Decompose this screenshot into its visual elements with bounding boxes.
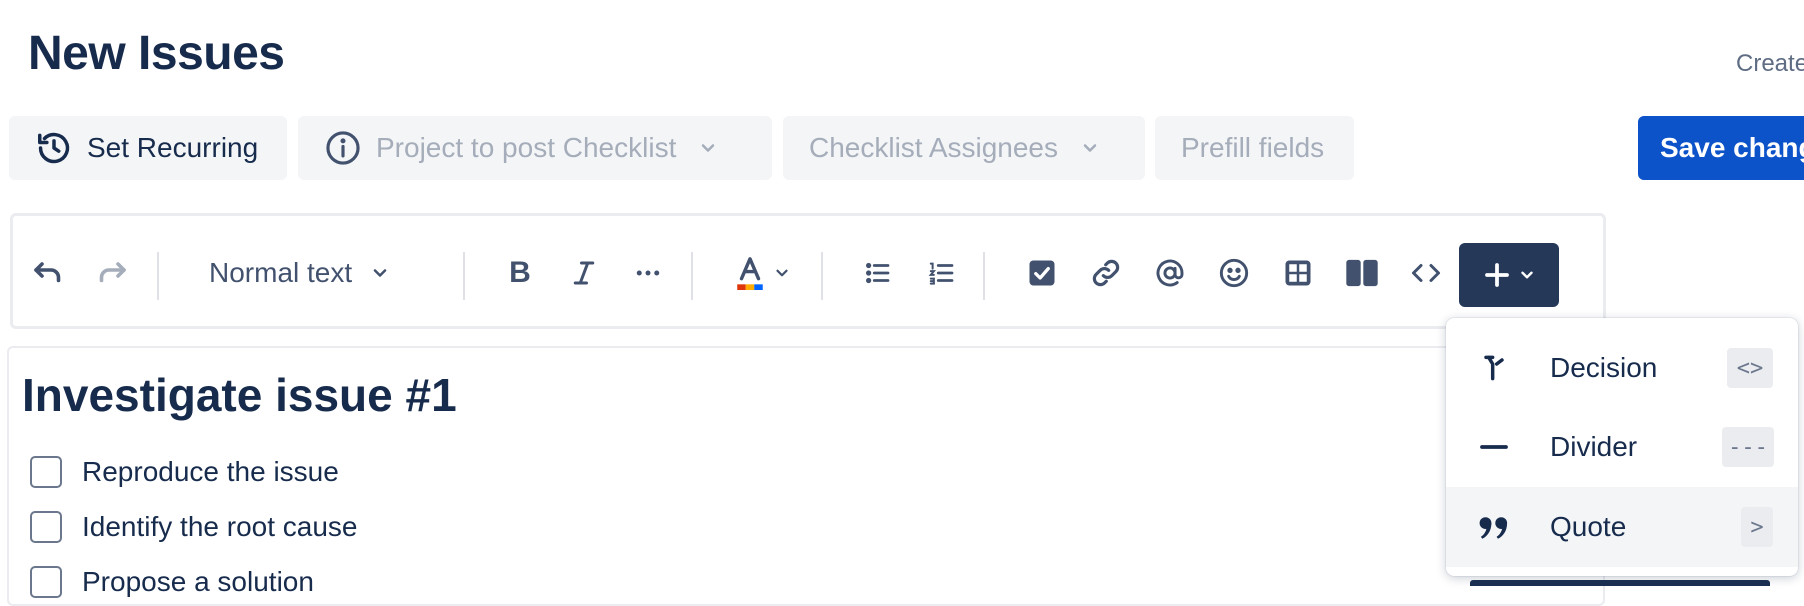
numbered-list-icon[interactable] (921, 252, 963, 294)
prefill-fields-label: Prefill fields (1181, 132, 1325, 163)
history-icon (35, 129, 73, 167)
more-formatting-icon[interactable] (627, 252, 669, 294)
bullet-list-icon[interactable] (857, 252, 899, 294)
chevron-down-icon (370, 263, 390, 283)
toolbar-divider (821, 252, 823, 300)
project-select-label: Project to post Checklist (376, 132, 677, 163)
layouts-icon[interactable] (1341, 252, 1383, 294)
toolbar-divider (463, 252, 465, 300)
link-icon[interactable] (1085, 252, 1127, 294)
insert-plus-button[interactable] (1459, 243, 1559, 307)
bold-icon[interactable]: B (499, 252, 541, 294)
undo-icon[interactable] (27, 252, 69, 294)
set-recurring-label: Set Recurring (87, 132, 259, 163)
prefill-fields-button[interactable]: Prefill fields (1155, 116, 1354, 180)
shortcut-badge: <> (1727, 348, 1773, 388)
checklist-item: Identify the root cause (30, 511, 358, 543)
create-link[interactable]: Create (1736, 50, 1804, 78)
text-style-dropdown[interactable]: Normal text (209, 252, 390, 294)
toolbar-divider (157, 252, 159, 300)
italic-icon[interactable] (563, 252, 605, 294)
menu-item-quote[interactable]: Quote > (1446, 487, 1798, 567)
action-item-icon[interactable] (1021, 252, 1063, 294)
page-title: New Issues (28, 27, 285, 80)
menu-item-label: Decision (1550, 352, 1658, 383)
shortcut-badge: --- (1722, 427, 1774, 467)
editor-toolbar: Normal text B (10, 213, 1606, 329)
chevron-down-icon (1080, 138, 1100, 158)
menu-item-divider[interactable]: Divider --- (1446, 407, 1798, 487)
toolbar-divider (691, 252, 693, 300)
checklist-item-label: Propose a solution (82, 566, 314, 597)
text-color-icon[interactable] (729, 250, 795, 296)
checklist-title: Investigate issue #1 (22, 369, 457, 421)
emoji-icon[interactable] (1213, 252, 1255, 294)
table-icon[interactable] (1277, 252, 1319, 294)
checklist-item-label: Identify the root cause (82, 511, 358, 542)
save-changes-button[interactable]: Save changes (1638, 116, 1804, 180)
checklist-checkbox[interactable] (30, 456, 62, 488)
code-icon[interactable] (1405, 252, 1447, 294)
partially-hidden-button (1470, 580, 1770, 586)
checklist-item: Reproduce the issue (30, 456, 339, 488)
text-style-label: Normal text (209, 257, 353, 288)
chevron-down-icon (698, 138, 718, 158)
info-icon (324, 129, 362, 167)
mention-icon[interactable] (1149, 252, 1191, 294)
redo-icon[interactable] (91, 252, 133, 294)
menu-item-label: Divider (1550, 431, 1638, 462)
checklist-assignees-button[interactable]: Checklist Assignees (783, 116, 1145, 180)
menu-item-label: Quote (1550, 511, 1627, 542)
insert-menu: Decision <> Divider --- Quote > (1446, 318, 1798, 576)
checklist-item: Propose a solution (30, 566, 314, 598)
menu-item-decision[interactable]: Decision <> (1446, 328, 1798, 408)
shortcut-badge: > (1741, 507, 1773, 547)
project-select-button[interactable]: Project to post Checklist (298, 116, 772, 180)
chevron-down-icon (1518, 266, 1536, 284)
set-recurring-button[interactable]: Set Recurring (9, 116, 287, 180)
toolbar-divider (983, 252, 985, 300)
plus-icon (1482, 260, 1512, 290)
checklist-item-label: Reproduce the issue (82, 456, 339, 487)
checklist-assignees-label: Checklist Assignees (809, 132, 1059, 163)
divider-icon (1474, 427, 1514, 467)
quote-icon (1474, 507, 1514, 547)
checklist-checkbox[interactable] (30, 511, 62, 543)
checklist-checkbox[interactable] (30, 566, 62, 598)
decision-icon (1474, 348, 1514, 388)
